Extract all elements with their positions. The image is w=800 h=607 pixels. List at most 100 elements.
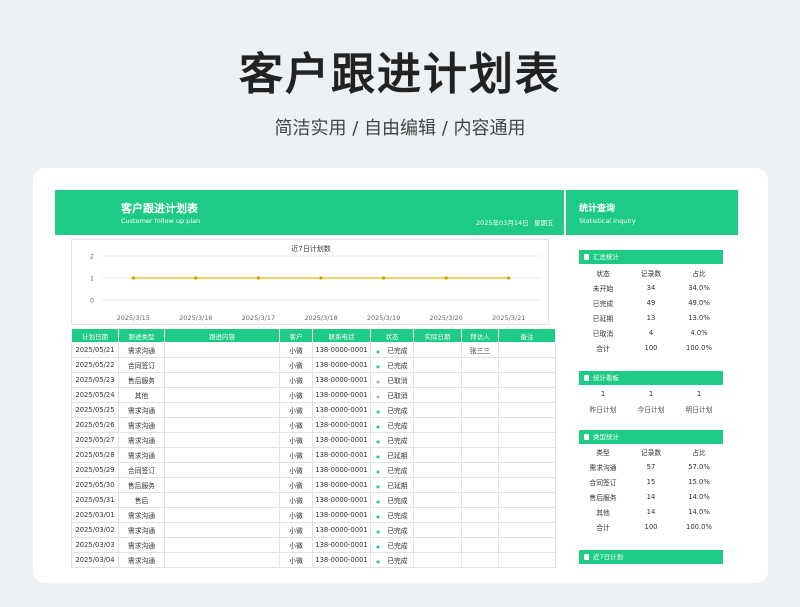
table-cell[interactable]: 2025/03/02: [71, 522, 119, 538]
table-cell[interactable]: [164, 477, 280, 493]
table-cell[interactable]: 需求沟通: [118, 342, 165, 358]
table-cell[interactable]: [164, 342, 280, 358]
table-cell[interactable]: [164, 507, 280, 523]
table-cell[interactable]: [413, 342, 462, 358]
table-cell[interactable]: [498, 522, 556, 538]
column-header[interactable]: 客户: [279, 328, 313, 343]
table-cell[interactable]: [461, 522, 499, 538]
table-cell[interactable]: [413, 447, 462, 463]
table-cell[interactable]: ● 已取消: [370, 372, 414, 388]
table-cell[interactable]: 2025/05/23: [71, 372, 119, 388]
table-cell[interactable]: 需求沟通: [118, 522, 165, 538]
table-cell[interactable]: [461, 417, 499, 433]
table-cell[interactable]: [413, 552, 462, 568]
table-cell[interactable]: [461, 372, 499, 388]
table-cell[interactable]: ● 已完成: [370, 522, 414, 538]
table-cell[interactable]: 张三三: [461, 342, 499, 358]
table-cell[interactable]: [413, 417, 462, 433]
table-cell[interactable]: 138-0000-0001: [312, 372, 371, 388]
table-cell[interactable]: ● 已延期: [370, 447, 414, 463]
table-cell[interactable]: [498, 357, 556, 373]
table-cell[interactable]: [498, 342, 556, 358]
table-cell[interactable]: [164, 402, 280, 418]
table-cell[interactable]: 138-0000-0001: [312, 537, 371, 553]
table-cell[interactable]: 2025/05/26: [71, 417, 119, 433]
table-cell[interactable]: 138-0000-0001: [312, 417, 371, 433]
table-cell[interactable]: 2025/03/03: [71, 537, 119, 553]
table-cell[interactable]: ● 已完成: [370, 492, 414, 508]
table-cell[interactable]: 138-0000-0001: [312, 387, 371, 403]
table-cell[interactable]: 小微: [279, 417, 313, 433]
column-header[interactable]: 跟进内容: [164, 328, 280, 343]
table-cell[interactable]: [498, 387, 556, 403]
table-cell[interactable]: [498, 432, 556, 448]
table-cell[interactable]: [498, 402, 556, 418]
table-cell[interactable]: [164, 372, 280, 388]
table-cell[interactable]: [498, 447, 556, 463]
table-cell[interactable]: [413, 537, 462, 553]
table-cell[interactable]: 小微: [279, 432, 313, 448]
table-cell[interactable]: [461, 387, 499, 403]
table-cell[interactable]: 138-0000-0001: [312, 492, 371, 508]
table-cell[interactable]: [413, 402, 462, 418]
table-cell[interactable]: [164, 537, 280, 553]
table-cell[interactable]: [461, 537, 499, 553]
table-cell[interactable]: ● 已取消: [370, 387, 414, 403]
table-cell[interactable]: [461, 462, 499, 478]
table-cell[interactable]: 小微: [279, 402, 313, 418]
table-cell[interactable]: 需求沟通: [118, 507, 165, 523]
table-cell[interactable]: 小微: [279, 552, 313, 568]
table-cell[interactable]: [413, 357, 462, 373]
column-header[interactable]: 状态: [370, 328, 414, 343]
table-row[interactable]: 2025/05/30 售后服务 小微 138-0000-0001 ● 已延期: [71, 477, 556, 493]
table-cell[interactable]: [413, 462, 462, 478]
table-cell[interactable]: 2025/05/21: [71, 342, 119, 358]
table-row[interactable]: 2025/05/27 需求沟通 小微 138-0000-0001 ● 已完成: [71, 432, 556, 448]
table-cell[interactable]: ● 已完成: [370, 432, 414, 448]
table-cell[interactable]: [164, 447, 280, 463]
table-cell[interactable]: ● 已完成: [370, 462, 414, 478]
table-cell[interactable]: [413, 387, 462, 403]
table-row[interactable]: 2025/03/04 需求沟通 小微 138-0000-0001 ● 已完成: [71, 552, 556, 568]
table-cell[interactable]: [498, 462, 556, 478]
column-header[interactable]: 联系电话: [312, 328, 371, 343]
table-cell[interactable]: [164, 357, 280, 373]
table-cell[interactable]: 138-0000-0001: [312, 462, 371, 478]
table-cell[interactable]: 138-0000-0001: [312, 552, 371, 568]
column-header[interactable]: 备注: [498, 328, 556, 343]
table-cell[interactable]: [498, 477, 556, 493]
table-cell[interactable]: [413, 522, 462, 538]
table-cell[interactable]: [461, 492, 499, 508]
table-cell[interactable]: 需求沟通: [118, 402, 165, 418]
table-cell[interactable]: 售后服务: [118, 477, 165, 493]
table-cell[interactable]: 小微: [279, 537, 313, 553]
table-cell[interactable]: [461, 432, 499, 448]
table-cell[interactable]: 小微: [279, 447, 313, 463]
table-cell[interactable]: 需求沟通: [118, 537, 165, 553]
table-cell[interactable]: [413, 372, 462, 388]
column-header[interactable]: 跟进类型: [118, 328, 165, 343]
table-cell[interactable]: 2025/05/31: [71, 492, 119, 508]
table-row[interactable]: 2025/03/02 需求沟通 小微 138-0000-0001 ● 已完成: [71, 522, 556, 538]
table-cell[interactable]: 售后: [118, 492, 165, 508]
table-cell[interactable]: 其他: [118, 387, 165, 403]
table-cell[interactable]: 小微: [279, 357, 313, 373]
table-cell[interactable]: 2025/05/25: [71, 402, 119, 418]
table-cell[interactable]: ● 已完成: [370, 417, 414, 433]
table-cell[interactable]: [498, 537, 556, 553]
table-cell[interactable]: 小微: [279, 387, 313, 403]
table-cell[interactable]: 需求沟通: [118, 417, 165, 433]
table-cell[interactable]: [164, 492, 280, 508]
table-cell[interactable]: [164, 522, 280, 538]
table-cell[interactable]: [164, 432, 280, 448]
table-cell[interactable]: ● 已完成: [370, 357, 414, 373]
table-cell[interactable]: 合同签订: [118, 462, 165, 478]
table-cell[interactable]: 138-0000-0001: [312, 507, 371, 523]
table-cell[interactable]: 小微: [279, 342, 313, 358]
table-row[interactable]: 2025/05/26 需求沟通 小微 138-0000-0001 ● 已完成: [71, 417, 556, 433]
table-cell[interactable]: [498, 552, 556, 568]
table-cell[interactable]: 2025/05/30: [71, 477, 119, 493]
table-cell[interactable]: 2025/03/01: [71, 507, 119, 523]
table-cell[interactable]: 小微: [279, 462, 313, 478]
table-cell[interactable]: [164, 462, 280, 478]
